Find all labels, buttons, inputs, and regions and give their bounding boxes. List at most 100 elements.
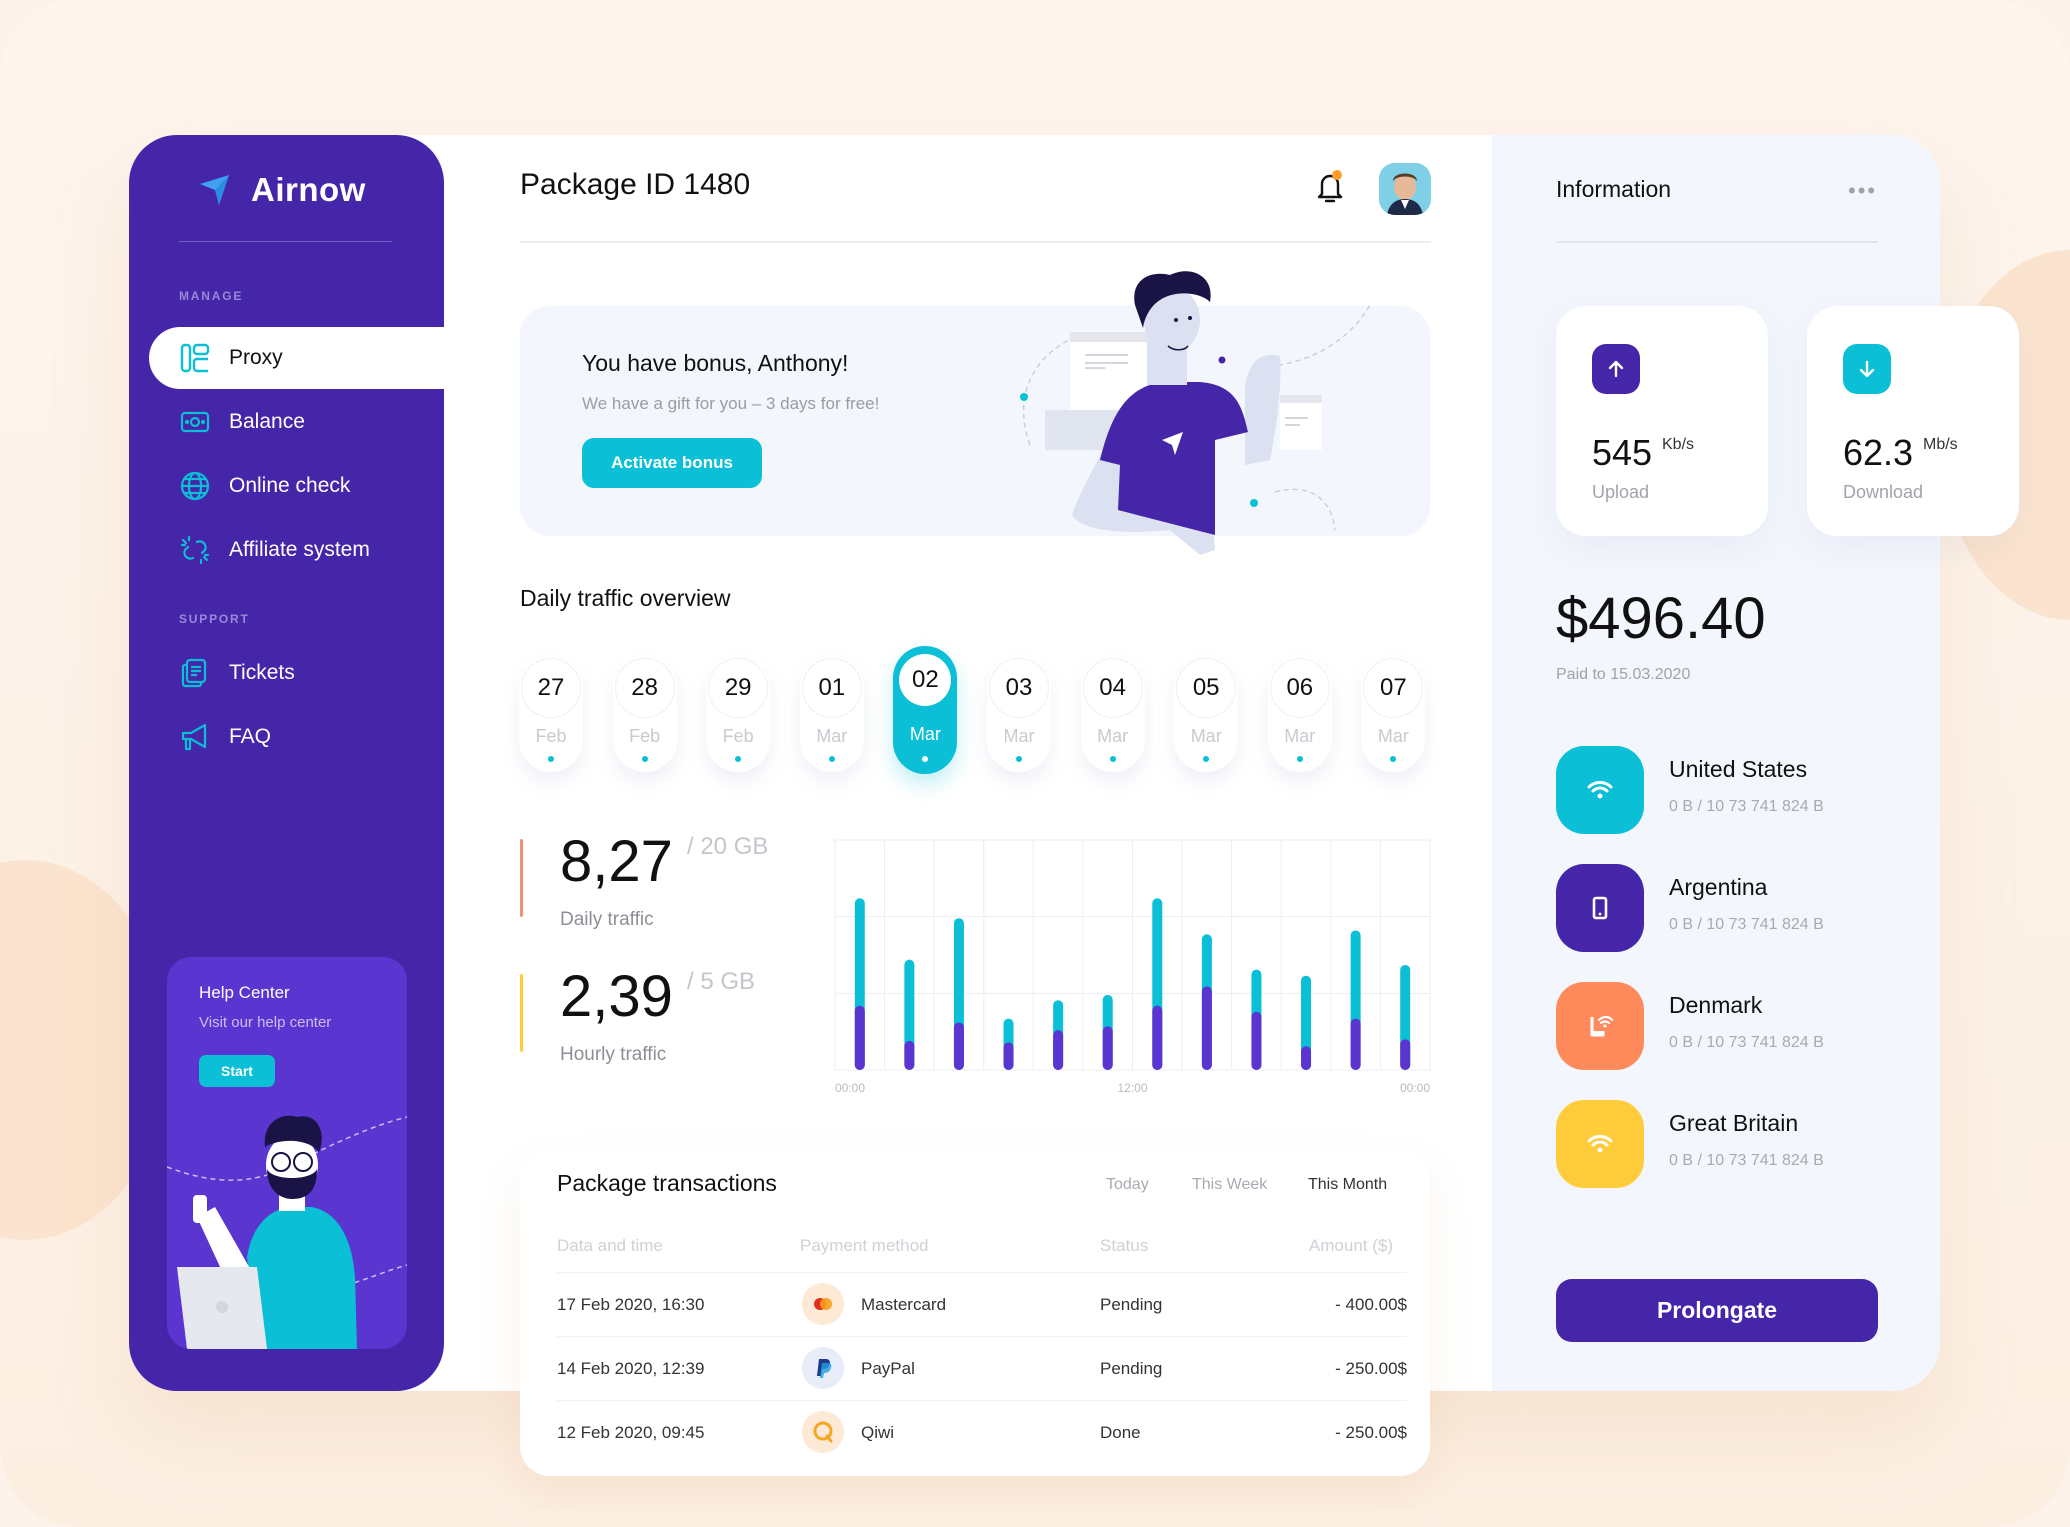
notification-badge — [1332, 170, 1342, 180]
sidebar-item-faq[interactable]: FAQ — [149, 706, 444, 768]
date-pill[interactable]: 29 Feb — [706, 656, 771, 772]
country-usage: 0 B / 10 73 741 824 B — [1669, 798, 1824, 815]
date-day: 02 — [899, 654, 952, 706]
support-person-illustration — [167, 1115, 407, 1349]
x-tick-label: 12:00 — [1117, 1081, 1147, 1095]
notification-bell-icon[interactable] — [1313, 168, 1347, 204]
help-center-card: Help Center Visit our help center Start — [167, 957, 407, 1349]
transaction-row[interactable]: 17 Feb 2020, 16:30 Mastercard Pending - … — [557, 1272, 1407, 1336]
proxy-layout-icon — [180, 343, 210, 373]
date-month: Mar — [1377, 726, 1409, 746]
sidebar-item-label: Balance — [229, 410, 305, 433]
filter-this-week[interactable]: This Week — [1192, 1176, 1267, 1194]
sidebar-item-online-check[interactable]: Online check — [149, 455, 444, 517]
date-pill[interactable]: 28 Feb — [612, 656, 677, 772]
user-avatar[interactable] — [1379, 163, 1431, 215]
transactions-title: Package transactions — [557, 1170, 777, 1196]
transaction-row[interactable]: 14 Feb 2020, 12:39 PayPal Pending - 250.… — [557, 1336, 1407, 1400]
mastercard-icon — [802, 1283, 844, 1325]
country-usage: 0 B / 10 73 741 824 B — [1669, 916, 1824, 933]
date-month: Feb — [629, 726, 661, 746]
logo[interactable]: Airnow — [197, 171, 366, 209]
bar-lower — [904, 1040, 915, 1070]
date-pill[interactable]: 02 Mar — [893, 646, 958, 774]
section-label-manage: MANAGE — [179, 289, 244, 303]
sidebar-item-proxy[interactable]: Proxy — [149, 327, 444, 389]
bar-lower — [1152, 1005, 1163, 1070]
information-title: Information — [1556, 176, 1672, 202]
date-month: Mar — [1284, 726, 1316, 746]
tickets-icon — [181, 658, 207, 688]
date-month: Feb — [535, 726, 567, 746]
country-name: Argentina — [1669, 874, 1768, 900]
sidebar-item-tickets[interactable]: Tickets — [149, 642, 444, 704]
date-day: 29 — [708, 658, 769, 718]
column-header-status: Status — [1100, 1236, 1149, 1255]
activate-bonus-button[interactable]: Activate bonus — [582, 438, 762, 488]
date-day: 06 — [1269, 658, 1330, 718]
date-pill[interactable]: 04 Mar — [1080, 656, 1145, 772]
date-pill[interactable]: 06 Mar — [1267, 656, 1332, 772]
x-tick-label: 00:00 — [835, 1081, 865, 1095]
hourly-traffic-value: 2,39 — [560, 964, 673, 1029]
app-name: Airnow — [251, 171, 366, 208]
sidebar-item-label: FAQ — [229, 725, 272, 748]
avatar-portrait-icon — [1379, 163, 1431, 215]
broken-link-icon — [180, 535, 210, 565]
header-divider — [520, 241, 1431, 243]
date-day: 27 — [521, 658, 581, 718]
date-pill[interactable]: 07 Mar — [1361, 656, 1426, 772]
hourly-traffic-label: Hourly traffic — [560, 1044, 667, 1065]
download-speed-card: 62.3 Mb/s Download — [1807, 306, 2019, 536]
filter-this-month[interactable]: This Month — [1308, 1176, 1387, 1194]
country-item[interactable]: United States 0 B / 10 73 741 824 B — [1556, 746, 1886, 834]
sidebar-item-balance[interactable]: Balance — [149, 391, 444, 453]
date-pill[interactable]: 05 Mar — [1174, 656, 1239, 772]
transaction-method: PayPal — [861, 1359, 915, 1378]
transaction-row[interactable]: 12 Feb 2020, 09:45 Qiwi Done - 250.00$ — [557, 1400, 1407, 1464]
filter-today[interactable]: Today — [1106, 1176, 1149, 1194]
country-usage: 0 B / 10 73 741 824 B — [1669, 1034, 1824, 1051]
help-start-button[interactable]: Start — [199, 1055, 275, 1087]
date-pill[interactable]: 01 Mar — [799, 656, 864, 772]
download-unit: Mb/s — [1923, 436, 1958, 453]
download-label: Download — [1843, 482, 1924, 502]
date-day: 07 — [1363, 658, 1424, 718]
daily-traffic-label: Daily traffic — [560, 909, 654, 930]
transaction-amount: - 250.00$ — [1335, 1423, 1407, 1442]
help-center-title: Help Center — [199, 983, 290, 1002]
prolongate-button[interactable]: Prolongate — [1556, 1279, 1878, 1342]
transaction-datetime: 12 Feb 2020, 09:45 — [557, 1423, 705, 1442]
date-indicator-dot — [1203, 756, 1210, 762]
transaction-amount: - 250.00$ — [1335, 1359, 1407, 1378]
date-day: 04 — [1082, 658, 1143, 718]
upload-speed-card: 545 Kb/s Upload — [1556, 306, 1768, 536]
date-pill[interactable]: 27 Feb — [519, 656, 583, 772]
date-pill[interactable]: 03 Mar — [987, 656, 1051, 772]
wifi-icon — [1556, 746, 1644, 834]
country-item[interactable]: Argentina 0 B / 10 73 741 824 B — [1556, 864, 1886, 952]
hourly-traffic-accent — [520, 974, 523, 1052]
transaction-method: Qiwi — [861, 1423, 895, 1442]
bar-lower — [1102, 1026, 1113, 1070]
date-indicator-dot — [735, 756, 742, 762]
date-selector: 27 Feb 28 Feb 29 Feb 01 Mar 02 Mar 03 Mar 04 Mar 05 Mar… — [514, 646, 1434, 782]
upload-label: Upload — [1592, 482, 1650, 502]
upload-unit: Kb/s — [1662, 436, 1695, 453]
phone-icon — [1556, 864, 1644, 952]
column-header-datetime: Data and time — [557, 1236, 663, 1255]
date-indicator-dot — [922, 756, 929, 762]
bar-lower — [1301, 1046, 1312, 1070]
bonus-subtitle: We have a gift for you – 3 days for free… — [582, 394, 880, 413]
date-month: Mar — [909, 724, 941, 744]
hourly-traffic-limit: / 5 GB — [687, 968, 756, 995]
country-item[interactable]: Denmark 0 B / 10 73 741 824 B — [1556, 982, 1886, 1070]
more-options-icon[interactable]: ••• — [1848, 178, 1877, 204]
download-value: 62.3 — [1843, 432, 1914, 473]
sidebar-item-affiliate-system[interactable]: Affiliate system — [149, 519, 444, 581]
country-name: Great Britain — [1669, 1110, 1799, 1136]
date-indicator-dot — [1390, 756, 1397, 762]
date-indicator-dot — [1016, 756, 1022, 762]
date-indicator-dot — [641, 756, 648, 762]
country-item[interactable]: Great Britain 0 B / 10 73 741 824 B — [1556, 1100, 1886, 1188]
